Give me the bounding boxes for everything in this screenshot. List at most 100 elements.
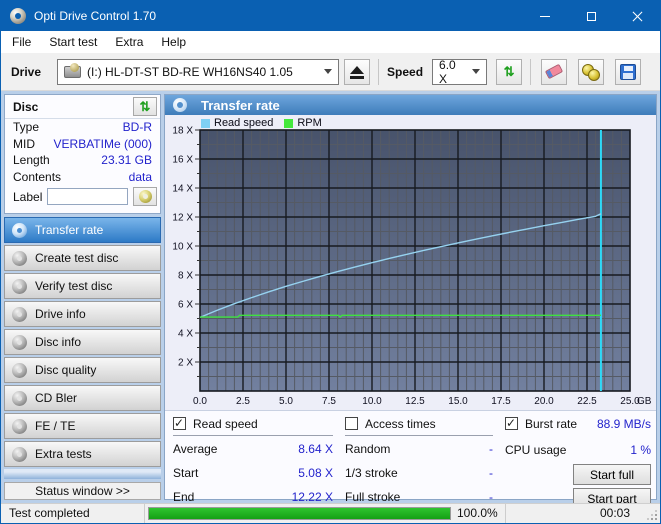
cd-icon	[12, 251, 27, 266]
menu-start-test[interactable]: Start test	[40, 32, 106, 52]
disc-row-contents: Contentsdata	[5, 169, 160, 186]
svg-text:14 X: 14 X	[172, 184, 193, 195]
main-area: Disc ⇅ TypeBD-R MIDVERBATIMe (000) Lengt…	[1, 91, 660, 503]
label-input[interactable]	[47, 188, 128, 205]
refresh-speed-button[interactable]: ⇅	[496, 59, 522, 85]
drive-select-value: (I:) HL-DT-ST BD-RE WH16NS40 1.05	[87, 65, 293, 79]
burst-rate-checkbox[interactable]	[505, 417, 518, 430]
svg-text:22.5: 22.5	[577, 396, 597, 407]
toolbar-separator	[378, 59, 379, 85]
drive-label: Drive	[11, 65, 41, 79]
menu-bar: File Start test Extra Help	[1, 31, 660, 53]
divider	[345, 435, 493, 436]
svg-text:0.0: 0.0	[193, 396, 207, 407]
nav-create-test-disc[interactable]: Create test disc	[4, 245, 161, 271]
eject-button[interactable]	[344, 59, 370, 85]
menu-extra[interactable]: Extra	[106, 32, 152, 52]
svg-text:4 X: 4 X	[178, 329, 193, 340]
svg-text:5.0: 5.0	[279, 396, 293, 407]
cd-icon	[139, 190, 152, 203]
menu-file[interactable]: File	[3, 32, 40, 52]
nav-transfer-rate[interactable]: Transfer rate	[4, 217, 161, 243]
nav-drive-info[interactable]: Drive info	[4, 301, 161, 327]
svg-text:12 X: 12 X	[172, 213, 193, 224]
cd-icon	[12, 335, 27, 350]
disc-row-mid: MIDVERBATIMe (000)	[5, 136, 160, 153]
title-bar: Opti Drive Control 1.70	[1, 1, 660, 31]
cd-icon	[12, 419, 27, 434]
svg-text:6 X: 6 X	[178, 300, 193, 311]
speed-select-value: 6.0 X	[439, 58, 466, 86]
resize-grip-icon[interactable]	[647, 510, 657, 520]
refresh-icon: ⇅	[140, 100, 151, 113]
minimize-button[interactable]	[522, 1, 568, 31]
divider	[144, 504, 145, 523]
toolbar: Drive (I:) HL-DT-ST BD-RE WH16NS40 1.05 …	[1, 53, 660, 91]
result-average: Average8.64 X	[173, 437, 333, 460]
drive-select[interactable]: (I:) HL-DT-ST BD-RE WH16NS40 1.05	[57, 59, 339, 85]
close-button[interactable]	[614, 1, 660, 31]
status-window-button[interactable]: Status window >>	[4, 482, 161, 500]
result-cpu-usage: CPU usage1 %	[505, 438, 651, 461]
app-window: Opti Drive Control 1.70 File Start test …	[0, 0, 661, 524]
legend-read-speed: Read speed	[214, 117, 273, 129]
sidebar: Disc ⇅ TypeBD-R MIDVERBATIMe (000) Lengt…	[4, 94, 161, 500]
maximize-icon	[587, 12, 596, 21]
access-times-checkbox[interactable]	[345, 417, 358, 430]
disc-panel-title: Disc	[13, 100, 38, 114]
read-speed-legend-swatch	[201, 119, 210, 128]
nav-fe-te[interactable]: FE / TE	[4, 413, 161, 439]
svg-text:18 X: 18 X	[172, 126, 193, 137]
minimize-icon	[540, 16, 550, 17]
cd-icon	[12, 363, 27, 378]
save-icon	[620, 64, 636, 80]
svg-text:2.5: 2.5	[236, 396, 250, 407]
svg-text:16 X: 16 X	[172, 155, 193, 166]
read-speed-checkbox[interactable]	[173, 417, 186, 430]
save-button[interactable]	[615, 59, 641, 85]
menu-help[interactable]: Help	[152, 32, 195, 52]
maximize-button[interactable]	[568, 1, 614, 31]
nav-disc-quality[interactable]: Disc quality	[4, 357, 161, 383]
settings-button[interactable]	[578, 59, 604, 85]
toolbar-separator	[530, 59, 531, 85]
chevron-down-icon	[472, 69, 480, 74]
legend-rpm: RPM	[297, 117, 321, 129]
rpm-legend-swatch	[284, 119, 293, 128]
progress-bar	[148, 507, 451, 520]
cd-icon	[12, 223, 27, 238]
cd-icon	[12, 391, 27, 406]
erase-button[interactable]	[541, 59, 567, 85]
nav-verify-test-disc[interactable]: Verify test disc	[4, 273, 161, 299]
burst-rate-checkbox-label: Burst rate	[525, 417, 577, 431]
nav-disc-info[interactable]: Disc info	[4, 329, 161, 355]
gears-icon	[582, 64, 600, 80]
cd-icon	[12, 307, 27, 322]
elapsed-time: 00:03	[600, 506, 630, 520]
nav-extra-tests[interactable]: Extra tests	[4, 441, 161, 467]
divider	[505, 504, 506, 523]
nav-cd-bler[interactable]: CD Bler	[4, 385, 161, 411]
svg-text:17.5: 17.5	[491, 396, 511, 407]
window-title: Opti Drive Control 1.70	[34, 9, 156, 23]
eject-icon	[350, 66, 364, 74]
cd-icon	[12, 279, 27, 294]
status-text: Test completed	[9, 506, 90, 520]
app-disc-icon	[10, 8, 26, 24]
label-field-label: Label	[13, 190, 42, 204]
status-bar: Test completed 100.0% 00:03	[1, 503, 660, 523]
result-one-third-stroke: 1/3 stroke-	[345, 461, 493, 484]
speed-select[interactable]: 6.0 X	[432, 59, 487, 85]
svg-text:7.5: 7.5	[322, 396, 336, 407]
svg-text:20.0: 20.0	[534, 396, 554, 407]
cd-icon	[12, 447, 27, 462]
disc-label-button[interactable]	[133, 187, 157, 206]
eraser-icon	[545, 64, 563, 79]
refresh-disc-button[interactable]: ⇅	[133, 97, 157, 116]
progress-fill	[149, 508, 450, 519]
nav-list: Transfer rate Create test disc Verify te…	[4, 217, 161, 469]
start-full-button[interactable]: Start full	[573, 464, 651, 485]
chart-panel: Transfer rate Read speed RPM 2 X4 X6 X8 …	[164, 94, 657, 500]
svg-text:12.5: 12.5	[405, 396, 425, 407]
disc-row-length: Length23.31 GB	[5, 152, 160, 169]
